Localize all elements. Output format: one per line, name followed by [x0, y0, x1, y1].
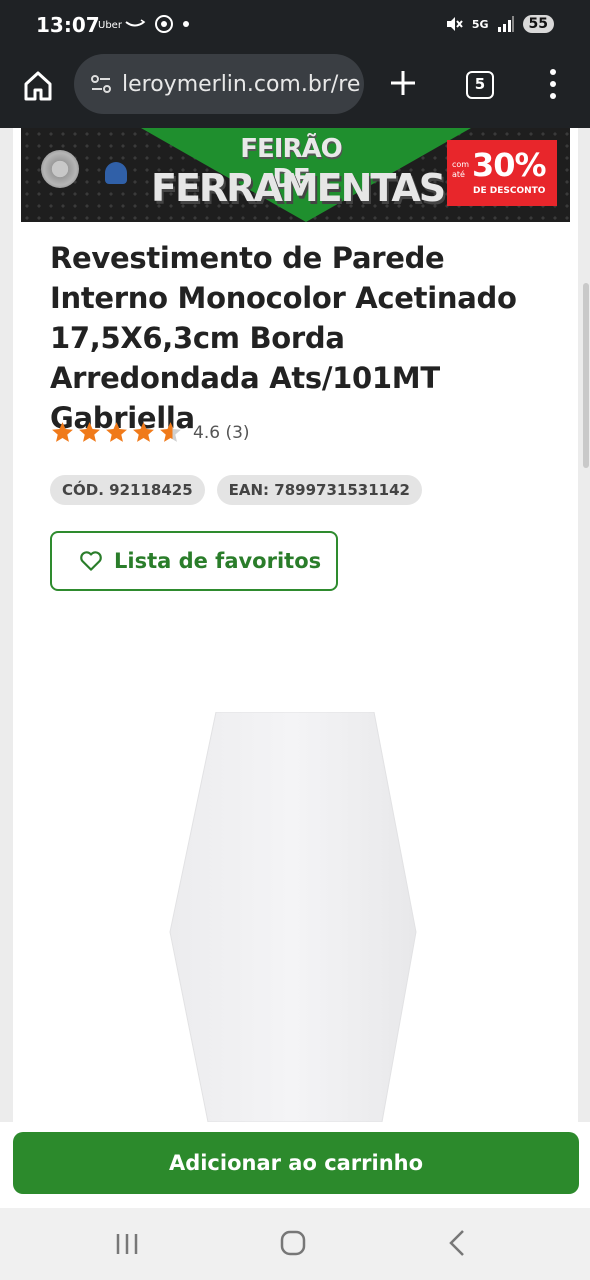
dot-icon	[183, 21, 189, 27]
more-menu-icon[interactable]	[544, 67, 562, 101]
product-title: Revestimento de Parede Interno Monocolor…	[50, 241, 517, 435]
product-codes: CÓD. 92118425 EAN: 7899731531142	[50, 475, 422, 505]
status-right-icons: 5G 55	[444, 14, 554, 34]
browser-toolbar: leroymerlin.com.br/re 5	[0, 52, 590, 128]
network-5g-label: 5G	[471, 17, 489, 31]
rating-value: 4.6 (3)	[193, 422, 250, 443]
amazon-smile-icon	[125, 19, 146, 27]
star-half-icon	[160, 422, 181, 442]
home-icon[interactable]	[20, 68, 56, 104]
add-to-cart-label: Adicionar ao carrinho	[168, 1151, 424, 1175]
favorites-label: Lista de favoritos	[114, 549, 322, 573]
saw-blade-icon	[41, 150, 79, 188]
star-full-icon	[133, 422, 154, 442]
heart-icon	[80, 551, 102, 571]
discount-value: 30%	[472, 146, 547, 184]
back-icon[interactable]	[446, 1228, 468, 1258]
status-bar: 13:07 Uber 5G 55	[0, 0, 590, 52]
star-full-icon	[106, 422, 127, 442]
discount-prefix: com até	[452, 160, 470, 179]
banner-title-line2: FERRAMENTAS	[151, 166, 446, 210]
product-code-chip: CÓD. 92118425	[50, 475, 205, 505]
discount-suffix: DE DESCONTO	[473, 186, 546, 196]
product-rating[interactable]: 4.6 (3)	[50, 420, 250, 445]
signal-icon	[497, 16, 514, 32]
page-scrollbar[interactable]	[583, 283, 589, 468]
ean-code-chip: EAN: 7899731531142	[216, 475, 422, 505]
new-tab-icon[interactable]	[386, 66, 420, 100]
cart-bar: Adicionar ao carrinho	[0, 1122, 590, 1208]
status-time: 13:07	[36, 13, 100, 37]
star-full-icon	[52, 422, 73, 442]
address-bar[interactable]: leroymerlin.com.br/re	[74, 54, 364, 114]
location-target-icon	[155, 15, 173, 33]
star-full-icon	[79, 422, 100, 442]
tool-icon	[105, 162, 127, 184]
site-settings-icon[interactable]	[88, 71, 114, 97]
mute-icon	[446, 17, 463, 31]
rating-count: (3)	[225, 422, 250, 443]
system-navigation-bar	[0, 1208, 590, 1280]
discount-badge: com até 30% DE DESCONTO	[447, 140, 557, 206]
product-image[interactable]	[150, 712, 440, 1122]
uber-notification-label: Uber	[98, 20, 122, 31]
tab-switcher-button[interactable]: 5	[466, 71, 494, 99]
recent-apps-icon[interactable]	[114, 1232, 140, 1256]
home-nav-icon[interactable]	[280, 1230, 306, 1256]
add-to-cart-button[interactable]: Adicionar ao carrinho	[13, 1132, 579, 1194]
add-to-favorites-button[interactable]: Lista de favoritos	[50, 531, 338, 591]
url-text: leroymerlin.com.br/re	[122, 71, 361, 97]
notification-icons	[124, 14, 190, 34]
battery-indicator: 55	[522, 15, 554, 33]
promo-banner[interactable]: FEIRÃO DE FERRAMENTAS com até 30% DE DES…	[21, 128, 570, 222]
